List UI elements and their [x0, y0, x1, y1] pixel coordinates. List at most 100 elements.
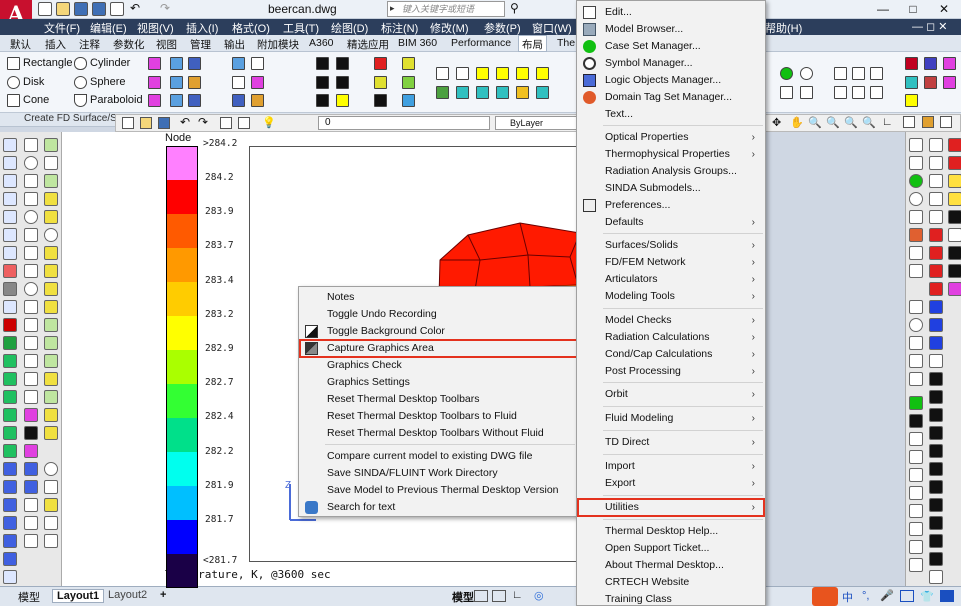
tab-parametric[interactable]: 参数化 [113, 37, 145, 52]
rt2-k-icon[interactable] [929, 300, 943, 314]
lt-polygon-icon[interactable] [3, 228, 17, 242]
menu-window[interactable]: 窗口(W) [532, 20, 572, 36]
menu-item-reset-thermal-desktop-toolbars[interactable]: Reset Thermal Desktop Toolbars [299, 391, 577, 408]
rt2-tool4-icon[interactable] [929, 246, 943, 260]
rt2-tool19-icon[interactable] [929, 570, 943, 584]
menu-item-thermal-desktop-help[interactable]: Thermal Desktop Help... [577, 523, 765, 540]
model-space-toggle[interactable]: 模型 [452, 589, 474, 605]
new-file-icon[interactable] [38, 2, 52, 16]
lt3-tool2-icon[interactable] [44, 156, 58, 170]
rt-tool21-icon[interactable] [909, 558, 923, 572]
rt-tool18-icon[interactable] [909, 504, 923, 518]
rt2-tool15-icon[interactable] [929, 498, 943, 512]
sphere-button[interactable]: Sphere [90, 76, 125, 88]
rt3-tool5-icon[interactable] [948, 210, 961, 224]
hand-icon[interactable]: ✋ [790, 116, 804, 129]
lt-block-icon[interactable] [3, 318, 17, 332]
lt-break-icon[interactable] [3, 552, 17, 566]
menu-item-fluid-modeling[interactable]: Fluid Modeling › [577, 410, 765, 427]
menu-item-reset-thermal-desktop-toolbars-to-fluid[interactable]: Reset Thermal Desktop Toolbars to Fluid [299, 408, 577, 425]
rt2-tool12-icon[interactable] [929, 444, 943, 458]
menu-item-cond-cap-calculations[interactable]: Cond/Cap Calculations › [577, 346, 765, 363]
lt3-tool21-icon[interactable] [44, 516, 58, 530]
calc-icon[interactable] [374, 76, 387, 89]
menu-file[interactable]: 文件(F) [44, 20, 80, 36]
lt2-intersect-icon[interactable] [24, 372, 38, 386]
rt-tool8-icon[interactable] [909, 318, 923, 332]
lt2-chamfer-icon[interactable] [24, 534, 38, 548]
green-circle-icon[interactable] [780, 67, 793, 80]
tet-tool-icon[interactable] [188, 94, 201, 107]
tab-performance[interactable]: Performance [451, 37, 511, 49]
menu-edit[interactable]: 编辑(E) [90, 20, 127, 36]
rt2-tool6-icon[interactable] [929, 282, 943, 296]
lt3-tool22-icon[interactable] [44, 534, 58, 548]
tb-open-icon[interactable] [140, 117, 152, 129]
rt3-tool8-icon[interactable] [948, 264, 961, 278]
lt-region-icon[interactable] [3, 282, 17, 296]
measure4-icon[interactable] [834, 86, 847, 99]
pipe-icon[interactable] [402, 76, 415, 89]
menu-item-articulators[interactable]: Articulators › [577, 271, 765, 288]
microphone-icon[interactable]: 🎤 [880, 589, 894, 602]
lt3-tool9-icon[interactable] [44, 282, 58, 296]
lt3-tool17-icon[interactable] [44, 426, 58, 440]
measure6-icon[interactable] [870, 86, 883, 99]
measure2-icon[interactable] [852, 67, 865, 80]
lt-offset-icon[interactable] [3, 426, 17, 440]
lump-icon[interactable] [402, 94, 415, 107]
menu-item-thermophysical-properties[interactable]: Thermophysical Properties › [577, 146, 765, 163]
menu-item-sinda-submodels[interactable]: SINDA Submodels... [577, 180, 765, 197]
punctuation-icon[interactable]: °, [862, 590, 869, 602]
color-tool6-icon[interactable] [943, 76, 956, 89]
surface-tool-icon[interactable] [148, 57, 161, 70]
lt-mirror-icon[interactable] [3, 408, 17, 422]
lt2-clean-icon[interactable] [24, 498, 38, 512]
menu-item-save-sinda-fluint-work-directory[interactable]: Save SINDA/FLUINT Work Directory [299, 465, 577, 482]
pan-icon[interactable]: ✥ [772, 116, 781, 129]
rt2-tool11-icon[interactable] [929, 426, 943, 440]
bc-icon[interactable] [232, 94, 245, 107]
tab-layout1[interactable]: Layout1 [52, 589, 105, 603]
zoom-realtime-icon[interactable]: 🔍 [808, 116, 822, 129]
rt2-tool7-icon[interactable] [929, 354, 943, 368]
lt2-revolve-icon[interactable] [24, 282, 38, 296]
ucs-icon[interactable]: ∟ [882, 116, 893, 128]
menu-item-orbit[interactable]: Orbit › [577, 386, 765, 403]
rt2-tau-icon[interactable] [929, 210, 943, 224]
menu-item-open-support-ticket[interactable]: Open Support Ticket... [577, 540, 765, 557]
open-file-icon[interactable] [56, 2, 70, 16]
tab-bim360[interactable]: BIM 360 [398, 37, 437, 49]
rt2-tool5-icon[interactable] [929, 264, 943, 278]
rt-tool1-icon[interactable] [909, 138, 923, 152]
lt3-tool6-icon[interactable] [44, 228, 58, 242]
lt-circle-icon[interactable] [3, 138, 17, 152]
lt-rect-icon[interactable] [3, 210, 17, 224]
menu-item-optical-properties[interactable]: Optical Properties › [577, 129, 765, 146]
zoom-window-icon[interactable]: 🔍 [826, 116, 840, 129]
tb-save-icon[interactable] [158, 117, 170, 129]
wedge-tool-icon[interactable] [170, 94, 183, 107]
rt2-tool18-icon[interactable] [929, 552, 943, 566]
rt2-tool2-icon[interactable] [929, 156, 943, 170]
fluid-tool3-icon[interactable] [476, 67, 489, 80]
menu-item-defaults[interactable]: Defaults › [577, 214, 765, 231]
fluid-tool6-icon[interactable] [536, 67, 549, 80]
menu-item-crtech-website[interactable]: CRTECH Website [577, 574, 765, 591]
fem-edit-icon[interactable] [251, 57, 264, 70]
tb-redo-icon[interactable]: ↷ [198, 115, 208, 129]
rt2-alpha-icon[interactable] [929, 174, 943, 188]
color-tool5-icon[interactable] [924, 76, 937, 89]
lt2-sweep-icon[interactable] [24, 300, 38, 314]
menu-item-case-set-manager[interactable]: Case Set Manager... [577, 38, 765, 55]
tab-default[interactable]: 默认 [10, 37, 31, 52]
layer-select[interactable]: 0 [318, 116, 490, 130]
lt2-union-icon[interactable] [24, 336, 38, 350]
undo-icon[interactable]: ↶ [130, 1, 140, 15]
color-tool3-icon[interactable] [943, 57, 956, 70]
rt-tool14-icon[interactable] [909, 432, 923, 446]
lt-line-icon[interactable] [3, 156, 17, 170]
rt-tool17-icon[interactable] [909, 486, 923, 500]
rt3-tool7-icon[interactable] [948, 246, 961, 260]
rt-tool10-icon[interactable] [909, 354, 923, 368]
